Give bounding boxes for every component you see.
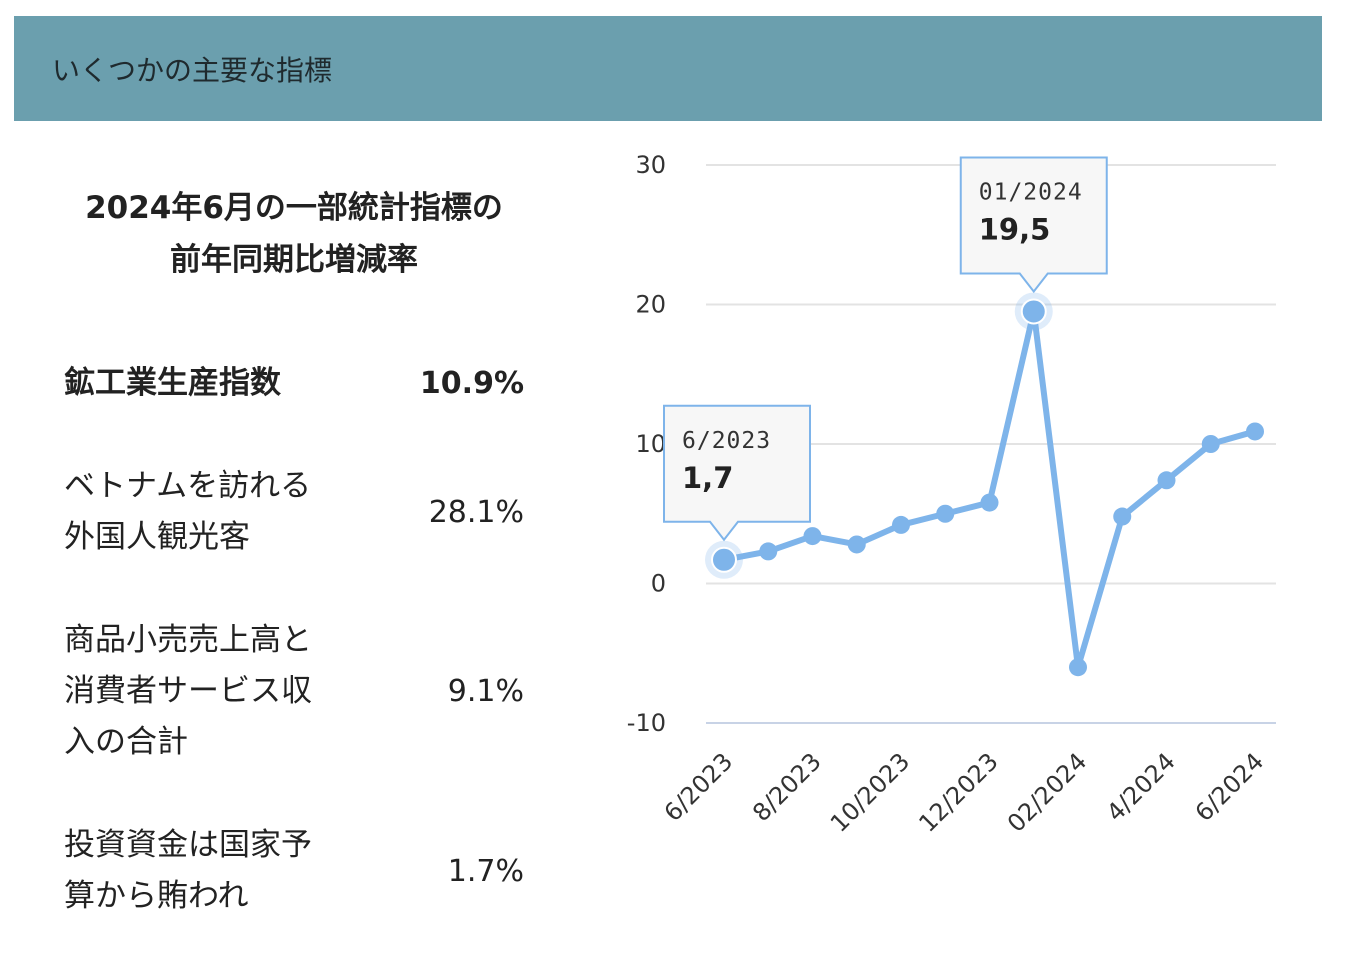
x-tick-label: 4/2024 (1101, 747, 1181, 827)
indicator-row-state-investment: 投資資金は国家予算から賄われ 1.7% (64, 820, 524, 922)
x-tick-label: 6/2024 (1190, 747, 1270, 827)
indicator-row-industrial-production: 鉱工業生産指数 10.9% (64, 358, 524, 409)
data-point (1113, 507, 1132, 526)
tooltip-value: 19,5 (979, 212, 1051, 246)
indicator-value: 10.9% (419, 366, 524, 401)
indicator-label: 投資資金は国家予算から賄われ (64, 827, 312, 914)
indicator-value: 9.1% (447, 674, 524, 709)
data-point (936, 504, 955, 523)
y-tick-label: 20 (635, 291, 666, 319)
data-point (1246, 422, 1264, 441)
stats-title-line1: 2024年6月の一部統計指標の (85, 190, 503, 226)
indicator-label: 商品小売売上高と消費者サービス収入の合計 (64, 622, 312, 760)
stats-panel: 2024年6月の一部統計指標の 前年同期比増減率 鉱工業生産指数 10.9% ベ… (64, 120, 524, 974)
indicator-row-retail-sales: 商品小売売上高と消費者サービス収入の合計 9.1% (64, 615, 524, 768)
indicator-value: 28.1% (428, 494, 524, 530)
tooltip-date: 6/2023 (682, 428, 771, 454)
x-tick-label: 8/2023 (747, 747, 827, 827)
tooltip-value: 1,7 (682, 461, 733, 495)
y-tick-label: 10 (635, 430, 666, 458)
data-point (980, 493, 999, 512)
x-tick-label: 10/2023 (825, 747, 915, 837)
data-point-highlighted (1020, 298, 1047, 325)
x-tick-label: 12/2023 (913, 747, 1003, 837)
data-point (847, 535, 866, 554)
indicator-list: 鉱工業生産指数 10.9% ベトナムを訪れる外国人観光客 28.1% 商品小売売… (64, 358, 524, 922)
indicator-row-foreign-tourists: ベトナムを訪れる外国人観光客 28.1% (64, 461, 524, 563)
stats-title-line2: 前年同期比増減率 (170, 242, 418, 278)
section-title: いくつかの主要な指標 (52, 53, 333, 87)
y-tick-label: 30 (635, 151, 666, 179)
data-point (892, 515, 910, 534)
indicator-label: ベトナムを訪れる外国人観光客 (64, 468, 312, 555)
tooltip-date: 01/2024 (979, 179, 1083, 205)
data-point (1201, 435, 1220, 453)
data-point (1157, 471, 1176, 490)
y-tick-label: 0 (651, 570, 666, 598)
data-point-highlighted (711, 546, 737, 573)
y-tick-label: -10 (627, 709, 666, 737)
data-point (1069, 658, 1087, 677)
indicator-value: 1.7% (447, 853, 524, 889)
stats-title: 2024年6月の一部統計指標の 前年同期比増減率 (64, 182, 524, 286)
x-tick-label: 02/2024 (1002, 747, 1092, 837)
data-point (803, 527, 822, 546)
section-header: いくつかの主要な指標 (14, 16, 1322, 121)
data-point (759, 542, 778, 561)
x-tick-label: 6/2023 (659, 747, 739, 827)
line-chart: -1001020306/2023 8/202310/202312/202302/2… (627, 151, 1276, 838)
indicator-label: 鉱工業生産指数 (64, 365, 281, 401)
